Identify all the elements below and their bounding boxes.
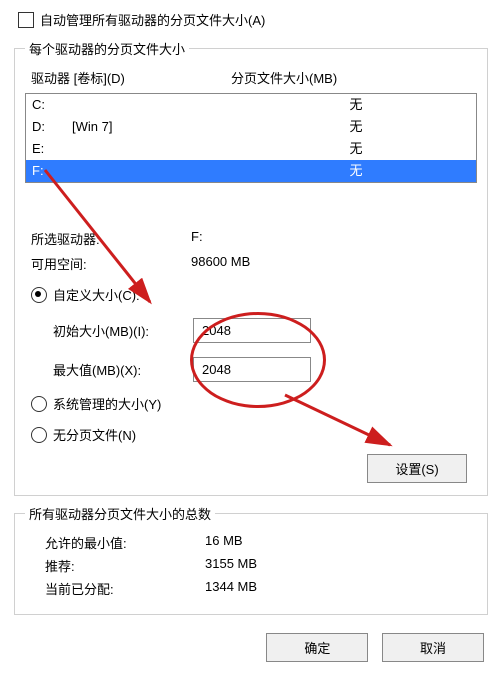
min-allowed-value: 16 MB <box>205 533 471 552</box>
current-alloc-label: 当前已分配: <box>45 579 205 598</box>
drive-pf: 无 <box>242 96 470 114</box>
max-size-label: 最大值(MB)(X): <box>53 360 193 379</box>
recommended-label: 推荐: <box>45 556 205 575</box>
totals-group: 所有驱动器分页文件大小的总数 允许的最小值: 16 MB 推荐: 3155 MB… <box>14 504 488 615</box>
selected-drive-value: F: <box>191 229 477 248</box>
drive-label: [Win 7] <box>72 118 242 136</box>
drive-row[interactable]: C: 无 <box>26 94 476 116</box>
ok-button[interactable]: 确定 <box>266 633 368 662</box>
radio-none-label: 无分页文件(N) <box>53 425 136 444</box>
auto-manage-checkbox[interactable] <box>18 12 34 28</box>
current-alloc-value: 1344 MB <box>205 579 471 598</box>
initial-size-input[interactable] <box>193 318 311 343</box>
drive-row[interactable]: D: [Win 7] 无 <box>26 116 476 138</box>
radio-custom-label: 自定义大小(C): <box>53 285 140 304</box>
drive-list[interactable]: C: 无 D: [Win 7] 无 E: 无 F: 无 <box>25 93 477 183</box>
totals-legend: 所有驱动器分页文件大小的总数 <box>25 504 215 523</box>
drive-letter: F: <box>32 162 72 180</box>
per-drive-legend: 每个驱动器的分页文件大小 <box>25 39 189 58</box>
drive-letter: C: <box>32 96 72 114</box>
avail-space-value: 98600 MB <box>191 254 477 273</box>
drive-letter: D: <box>32 118 72 136</box>
header-drive: 驱动器 [卷标](D) <box>31 68 231 87</box>
drive-letter: E: <box>32 140 72 158</box>
drive-label <box>72 162 242 180</box>
per-drive-group: 每个驱动器的分页文件大小 驱动器 [卷标](D) 分页文件大小(MB) C: 无… <box>14 39 488 496</box>
min-allowed-label: 允许的最小值: <box>45 533 205 552</box>
selected-drive-label: 所选驱动器: <box>31 229 191 248</box>
cancel-button[interactable]: 取消 <box>382 633 484 662</box>
drive-pf: 无 <box>242 118 470 136</box>
radio-system-managed[interactable] <box>31 396 47 412</box>
recommended-value: 3155 MB <box>205 556 471 575</box>
avail-space-label: 可用空间: <box>31 254 191 273</box>
drive-row[interactable]: F: 无 <box>26 160 476 182</box>
auto-manage-label: 自动管理所有驱动器的分页文件大小(A) <box>40 10 265 29</box>
initial-size-label: 初始大小(MB)(I): <box>53 321 193 340</box>
drive-label <box>72 96 242 114</box>
drive-row[interactable]: E: 无 <box>26 138 476 160</box>
header-pagefile: 分页文件大小(MB) <box>231 68 471 87</box>
radio-no-pagefile[interactable] <box>31 427 47 443</box>
drive-label <box>72 140 242 158</box>
radio-custom-size[interactable] <box>31 287 47 303</box>
drive-pf: 无 <box>242 162 470 180</box>
set-button[interactable]: 设置(S) <box>367 454 467 483</box>
max-size-input[interactable] <box>193 357 311 382</box>
drive-pf: 无 <box>242 140 470 158</box>
radio-system-label: 系统管理的大小(Y) <box>53 394 161 413</box>
